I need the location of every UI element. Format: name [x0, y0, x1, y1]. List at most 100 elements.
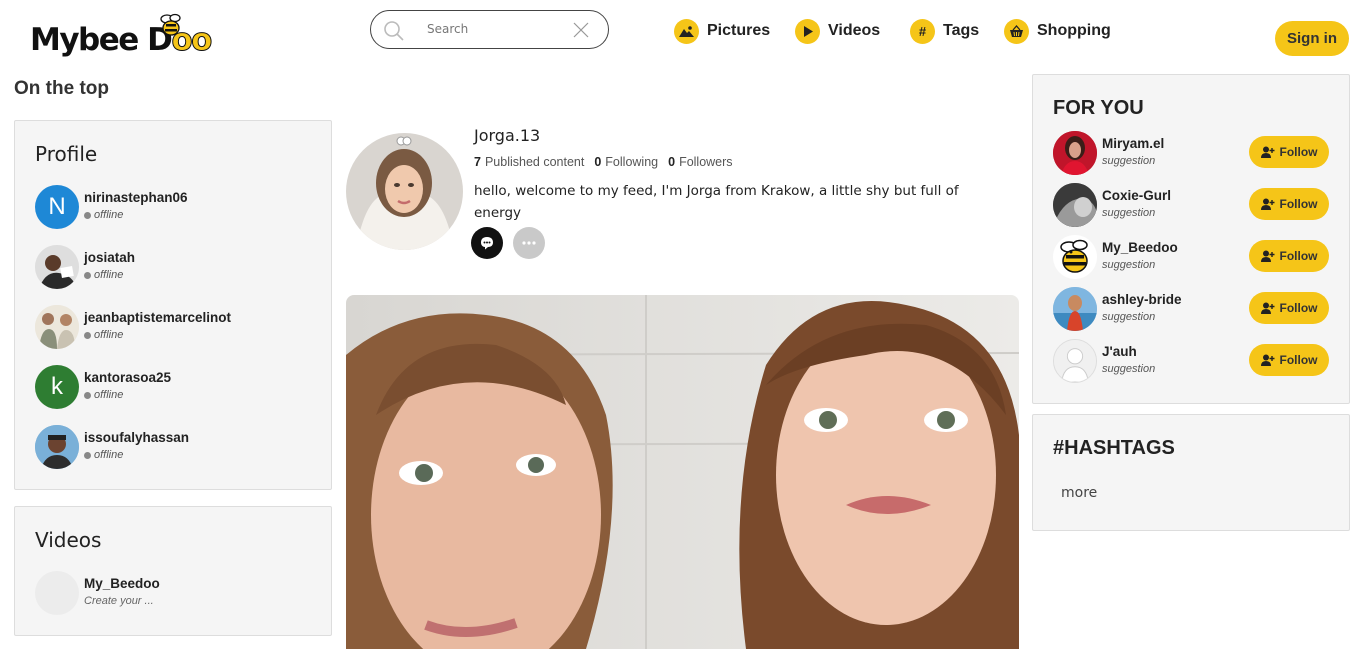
username: nirinastephan06	[84, 190, 188, 205]
search-icon[interactable]	[383, 20, 405, 42]
nav-videos[interactable]: Videos	[795, 17, 880, 45]
follow-button[interactable]: Follow	[1249, 240, 1329, 272]
profile-bio: hello, welcome to my feed, I'm Jorga fro…	[474, 183, 959, 221]
list-item: ashley-bride suggestion Follow	[1053, 287, 1333, 333]
add-user-icon	[1260, 146, 1274, 158]
play-icon	[795, 18, 820, 44]
stat-label: Following	[605, 155, 659, 169]
username[interactable]: My_Beedoo	[1102, 240, 1178, 255]
follow-label: Follow	[1279, 301, 1318, 315]
stat-following[interactable]: 0 Following	[594, 155, 658, 169]
stat-published[interactable]: 7 Published content	[474, 155, 584, 169]
search-bar	[370, 10, 609, 49]
add-user-icon	[1260, 302, 1274, 314]
bee-logo-icon	[160, 13, 181, 36]
search-input[interactable]	[427, 19, 567, 39]
default-user-icon	[1054, 340, 1096, 382]
follow-label: Follow	[1279, 353, 1318, 367]
hashtag-icon: #	[910, 18, 935, 44]
profile-name: Jorga.13	[474, 126, 541, 145]
avatar: k	[35, 365, 79, 409]
username[interactable]: Coxie-Gurl	[1102, 188, 1171, 203]
status-line: offline	[84, 329, 123, 341]
avatar: N	[35, 185, 79, 229]
stat-label: Followers	[679, 155, 733, 169]
status-text: offline	[94, 269, 124, 281]
list-item: J'auh suggestion Follow	[1053, 339, 1333, 385]
list-item[interactable]: k kantorasoa25 offline	[35, 365, 325, 411]
username[interactable]: Miryam.el	[1102, 136, 1164, 151]
follow-button[interactable]: Follow	[1249, 344, 1329, 376]
profile-panel: Profile N nirinastephan06 offline josiat…	[14, 120, 332, 490]
for-you-panel: FOR YOU Miryam.el suggestion Follow Coxi…	[1032, 74, 1350, 404]
ellipsis-icon	[522, 241, 536, 245]
username[interactable]: ashley-bride	[1102, 292, 1182, 307]
list-item[interactable]: My_Beedoo Create your ...	[35, 571, 325, 617]
nav-pictures[interactable]: Pictures	[674, 17, 770, 45]
list-item: Miryam.el suggestion Follow	[1053, 131, 1333, 177]
status-text: offline	[94, 209, 124, 221]
stat-label: Published content	[484, 155, 585, 169]
hashtags-panel: #HASHTAGS more	[1032, 414, 1350, 531]
username[interactable]: J'auh	[1102, 344, 1137, 359]
message-button[interactable]	[471, 227, 503, 259]
status-dot-icon	[84, 451, 91, 459]
mountain-icon	[674, 18, 699, 44]
profile-stats: 7 Published content 0 Following 0 Followers	[474, 155, 733, 169]
stat-value: 0	[594, 155, 602, 169]
video-author: My_Beedoo	[84, 576, 160, 591]
add-user-icon	[1260, 250, 1274, 262]
follow-button[interactable]: Follow	[1249, 188, 1329, 220]
nav-tags-label: Tags	[943, 22, 980, 39]
avatar[interactable]	[1053, 131, 1097, 175]
status-dot-icon	[84, 271, 91, 279]
more-link[interactable]: more	[1061, 485, 1097, 501]
username: kantorasoa25	[84, 370, 172, 385]
list-item: Coxie-Gurl suggestion Follow	[1053, 183, 1333, 229]
status-line: offline	[84, 389, 123, 401]
avatar[interactable]	[1053, 339, 1097, 383]
list-item[interactable]: N nirinastephan06 offline	[35, 185, 325, 231]
nav-tags[interactable]: # Tags	[910, 17, 979, 45]
username: josiatah	[84, 250, 136, 265]
avatar[interactable]	[1053, 183, 1097, 227]
list-item[interactable]: issoufalyhassan offline	[35, 425, 325, 471]
videos-panel: Videos My_Beedoo Create your ...	[14, 506, 332, 636]
avatar	[35, 425, 79, 469]
suggestion-label: suggestion	[1102, 207, 1156, 219]
nav-shopping[interactable]: Shopping	[1004, 17, 1111, 45]
profile-avatar[interactable]	[346, 133, 463, 250]
add-user-icon	[1260, 198, 1274, 210]
suggestion-label: suggestion	[1102, 155, 1156, 167]
status-line: offline	[84, 209, 123, 221]
avatar[interactable]	[1053, 287, 1097, 331]
follow-label: Follow	[1279, 145, 1318, 159]
close-icon[interactable]	[572, 21, 590, 39]
suggestion-label: suggestion	[1102, 363, 1156, 375]
list-item[interactable]: josiatah offline	[35, 245, 325, 291]
stat-followers[interactable]: 0 Followers	[668, 155, 732, 169]
follow-button[interactable]: Follow	[1249, 136, 1329, 168]
panel-title: Videos	[35, 528, 102, 552]
sign-in-button[interactable]: Sign in	[1275, 21, 1349, 56]
avatar[interactable]	[1053, 235, 1097, 279]
panel-title: FOR YOU	[1053, 97, 1144, 119]
status-text: offline	[94, 389, 124, 401]
status-text: offline	[94, 329, 124, 341]
panel-title: Profile	[35, 142, 98, 166]
suggestion-label: suggestion	[1102, 311, 1156, 323]
stat-value: 7	[474, 155, 481, 169]
more-options-button[interactable]	[513, 227, 545, 259]
site-logo[interactable]: Mybee Doo	[30, 13, 213, 62]
status-line: offline	[84, 449, 123, 461]
video-subtitle: Create your ...	[84, 595, 154, 607]
status-line: offline	[84, 269, 123, 281]
username: jeanbaptistemarcelinot	[84, 310, 232, 325]
list-item[interactable]: jeanbaptistemarcelinot offline	[35, 305, 325, 351]
status-dot-icon	[84, 331, 91, 339]
follow-button[interactable]: Follow	[1249, 292, 1329, 324]
bee-icon	[1060, 239, 1088, 273]
avatar	[35, 245, 79, 289]
post-image[interactable]	[346, 295, 1019, 649]
follow-label: Follow	[1279, 249, 1318, 263]
